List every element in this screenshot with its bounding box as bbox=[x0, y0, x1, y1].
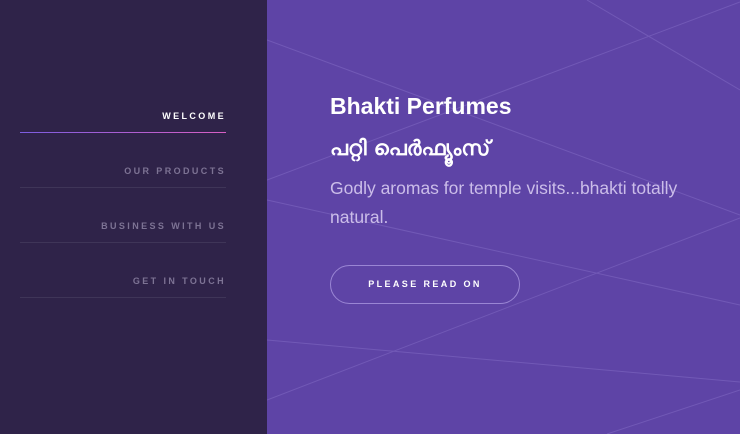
sidebar-nav: WELCOME OUR PRODUCTS BUSINESS WITH US GE… bbox=[20, 96, 226, 298]
nav-item-label: GET IN TOUCH bbox=[132, 276, 226, 286]
nav-item-label: BUSINESS WITH US bbox=[101, 221, 226, 231]
nav-item-get-in-touch[interactable]: GET IN TOUCH bbox=[20, 243, 226, 298]
hero-subtitle: പറ്റി പെർഫ്യൂംസ് bbox=[330, 136, 491, 160]
nav-item-welcome[interactable]: WELCOME bbox=[20, 96, 226, 133]
nav-item-business-with-us[interactable]: BUSINESS WITH US bbox=[20, 188, 226, 243]
read-on-button[interactable]: PLEASE READ ON bbox=[330, 265, 520, 304]
nav-item-our-products[interactable]: OUR PRODUCTS bbox=[20, 133, 226, 188]
hero-description: Godly aromas for temple visits...bhakti … bbox=[330, 178, 678, 227]
nav-item-label: WELCOME bbox=[162, 111, 226, 121]
sidebar: WELCOME OUR PRODUCTS BUSINESS WITH US GE… bbox=[0, 0, 267, 434]
hero-title: Bhakti Perfumes bbox=[330, 93, 512, 119]
page: WELCOME OUR PRODUCTS BUSINESS WITH US GE… bbox=[0, 0, 740, 434]
hero-section: Bhakti Perfumes പറ്റി പെർഫ്യൂംസ് Godly a… bbox=[267, 0, 740, 434]
nav-item-label: OUR PRODUCTS bbox=[124, 166, 226, 176]
hero-content: Bhakti Perfumes പറ്റി പെർഫ്യൂംസ് Godly a… bbox=[330, 92, 700, 304]
